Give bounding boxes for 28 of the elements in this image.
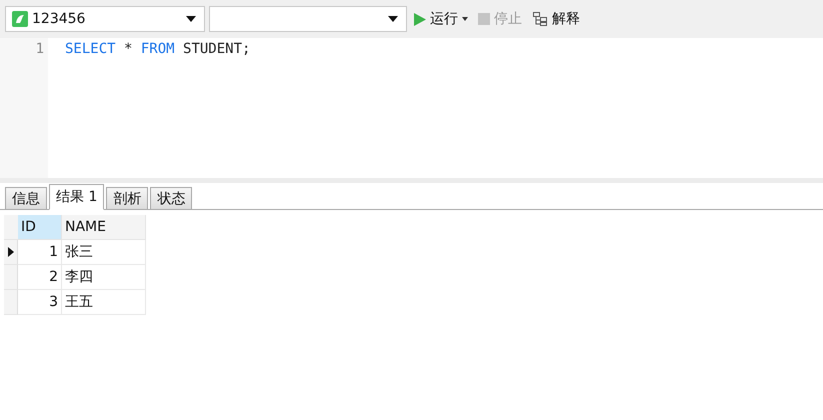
explain-button[interactable]: 解释 <box>529 10 583 28</box>
column-header[interactable]: ID <box>18 215 62 240</box>
table-cell: 王五 <box>62 290 146 315</box>
caret-icon <box>186 16 196 22</box>
run-button[interactable]: 运行 <box>411 10 471 28</box>
table-cell: 3 <box>18 290 62 315</box>
result-tab[interactable]: 状态 <box>150 187 192 209</box>
table-cell: 1 <box>18 240 62 265</box>
stop-icon <box>478 13 490 25</box>
connection-dropdown[interactable]: 123456 <box>5 6 205 32</box>
row-pointer-icon <box>8 247 14 257</box>
row-indicator[interactable] <box>4 240 18 265</box>
column-header[interactable]: NAME <box>62 215 146 240</box>
table-cell: 张三 <box>62 240 146 265</box>
result-tab[interactable]: 结果 1 <box>49 184 104 210</box>
table-cell: 李四 <box>62 265 146 290</box>
caret-icon <box>388 16 398 22</box>
table-cell: 2 <box>18 265 62 290</box>
header-corner <box>4 215 18 240</box>
caret-icon <box>462 17 468 21</box>
explain-icon <box>532 11 548 27</box>
line-number: 1 <box>34 41 45 59</box>
database-dropdown[interactable] <box>209 6 407 32</box>
result-tab[interactable]: 剖析 <box>106 187 148 209</box>
code-line: SELECT * FROM STUDENT; <box>65 41 250 59</box>
result-tab[interactable]: 信息 <box>5 187 47 209</box>
database-icon <box>12 11 28 27</box>
play-icon <box>414 12 426 26</box>
